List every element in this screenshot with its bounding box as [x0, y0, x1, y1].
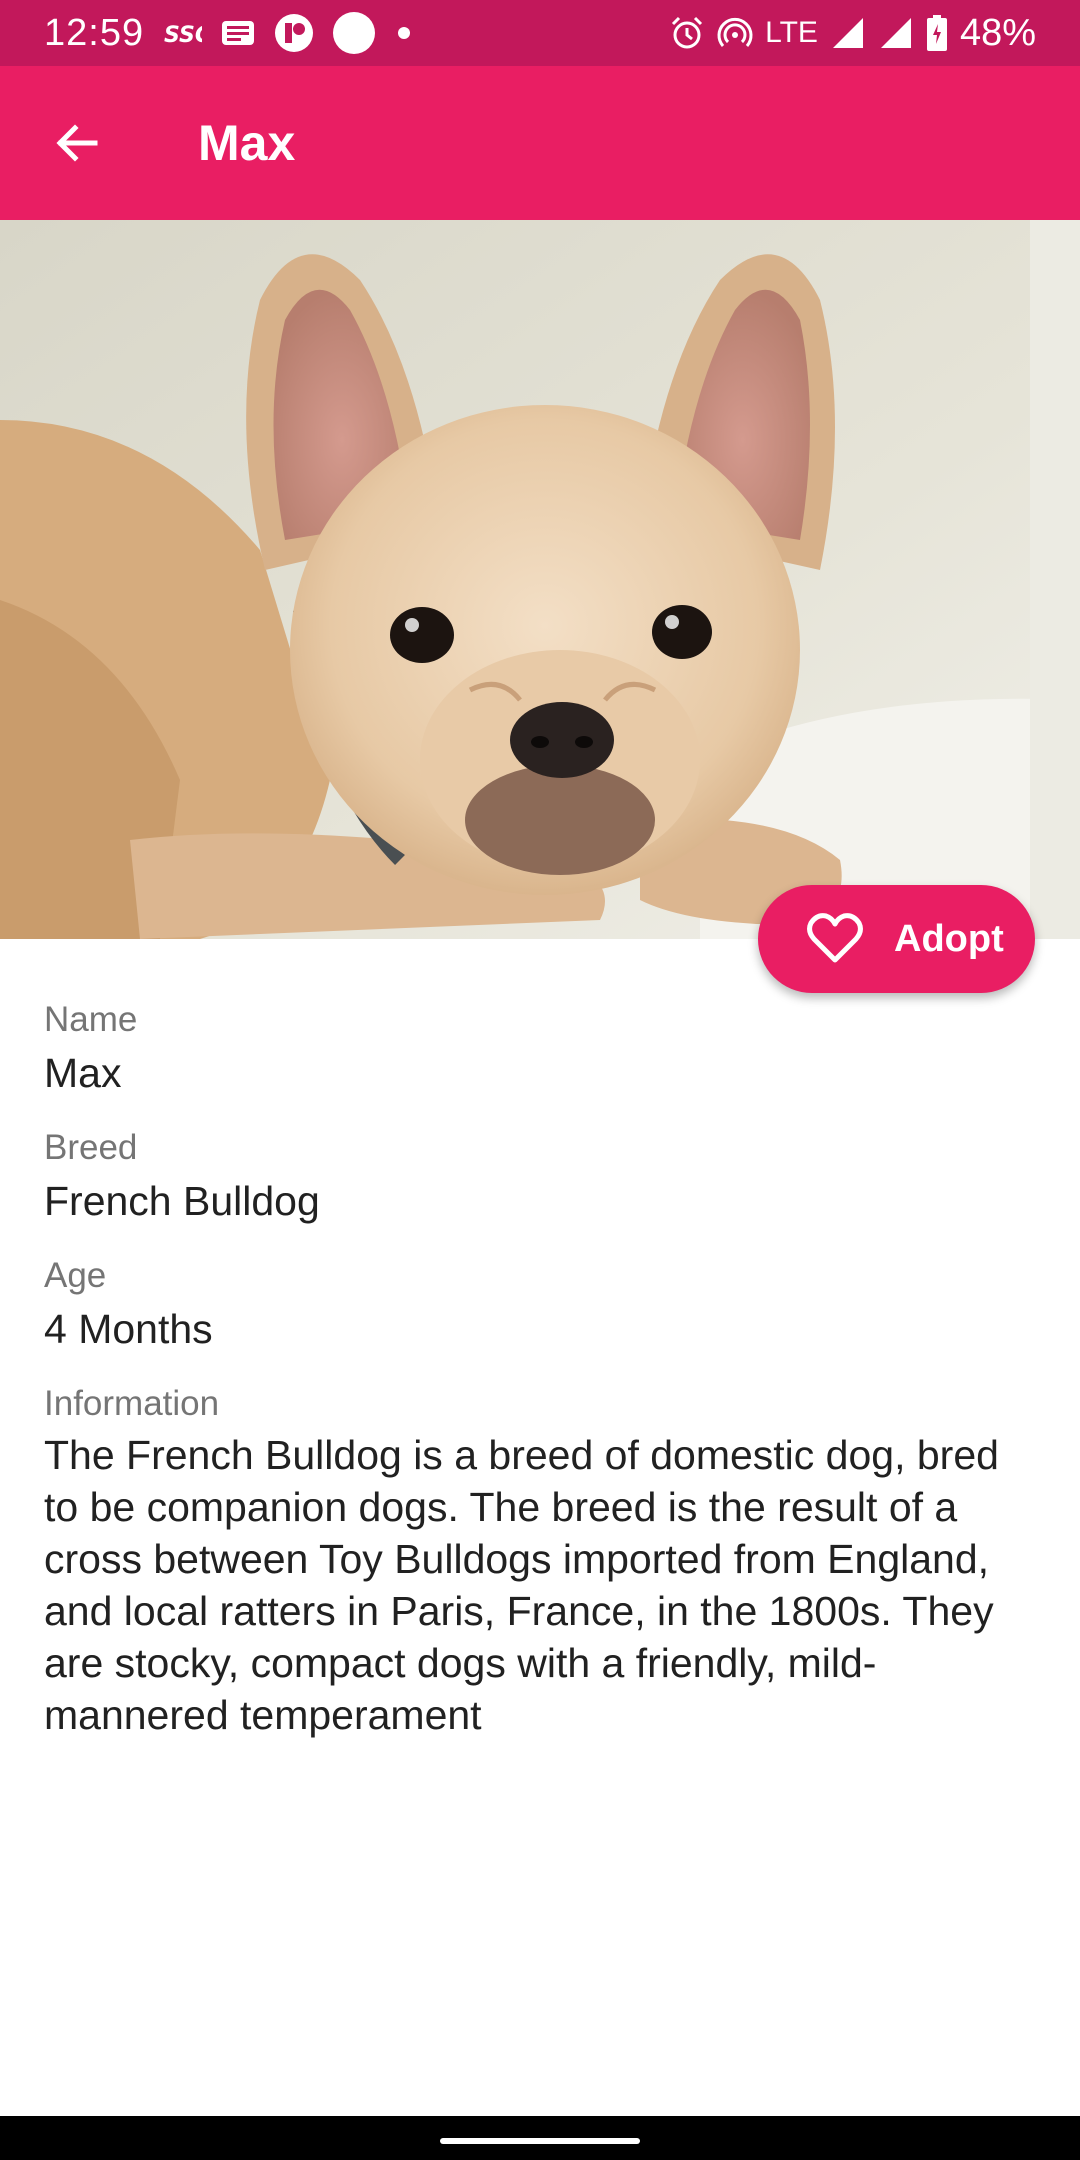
- pet-details: Name Max Breed French Bulldog Age 4 Mont…: [44, 995, 1044, 1741]
- 5g-icon: SSG: [162, 18, 202, 48]
- dog-photo: [0, 220, 1080, 939]
- notification-icons: SSG: [162, 10, 414, 56]
- breed-label: Breed: [44, 1128, 138, 1167]
- hotspot-icon: [717, 15, 753, 51]
- home-gesture-handle[interactable]: [440, 2138, 640, 2144]
- alarm-icon: [669, 15, 705, 51]
- adopt-label: Adopt: [894, 918, 1004, 960]
- circle-icon: [332, 11, 376, 55]
- battery-icon: [926, 14, 948, 52]
- back-button[interactable]: [38, 104, 116, 182]
- signal-icon: [878, 15, 914, 51]
- name-label: Name: [44, 1000, 138, 1039]
- information-label: Information: [44, 1384, 220, 1423]
- breed-value: French Bulldog: [44, 1178, 320, 1224]
- app-icon: [274, 13, 314, 53]
- adopt-button[interactable]: Adopt: [758, 885, 1035, 993]
- status-time: 12:59: [44, 12, 145, 54]
- network-type: LTE: [765, 16, 818, 49]
- page-title: Max: [198, 115, 296, 171]
- dot-icon: [394, 23, 414, 43]
- navigation-bar: [0, 2116, 1080, 2160]
- app-bar: Max: [0, 66, 1080, 220]
- information-text: The French Bulldog is a breed of domesti…: [44, 1432, 999, 1738]
- system-icons: LTE 48%: [669, 8, 1036, 58]
- name-value: Max: [44, 1050, 122, 1096]
- news-icon: [220, 18, 256, 48]
- battery-percent: 48%: [959, 12, 1036, 54]
- age-label: Age: [44, 1256, 107, 1295]
- svg-text:SSG: SSG: [164, 23, 202, 48]
- arrow-back-icon: [53, 119, 101, 167]
- age-value: 4 Months: [44, 1306, 213, 1352]
- heart-outline-icon: [806, 913, 864, 965]
- pet-detail-screen: 12:59 SSG: [0, 0, 1080, 2160]
- status-bar: 12:59 SSG: [0, 0, 1080, 66]
- signal-icon: [830, 15, 866, 51]
